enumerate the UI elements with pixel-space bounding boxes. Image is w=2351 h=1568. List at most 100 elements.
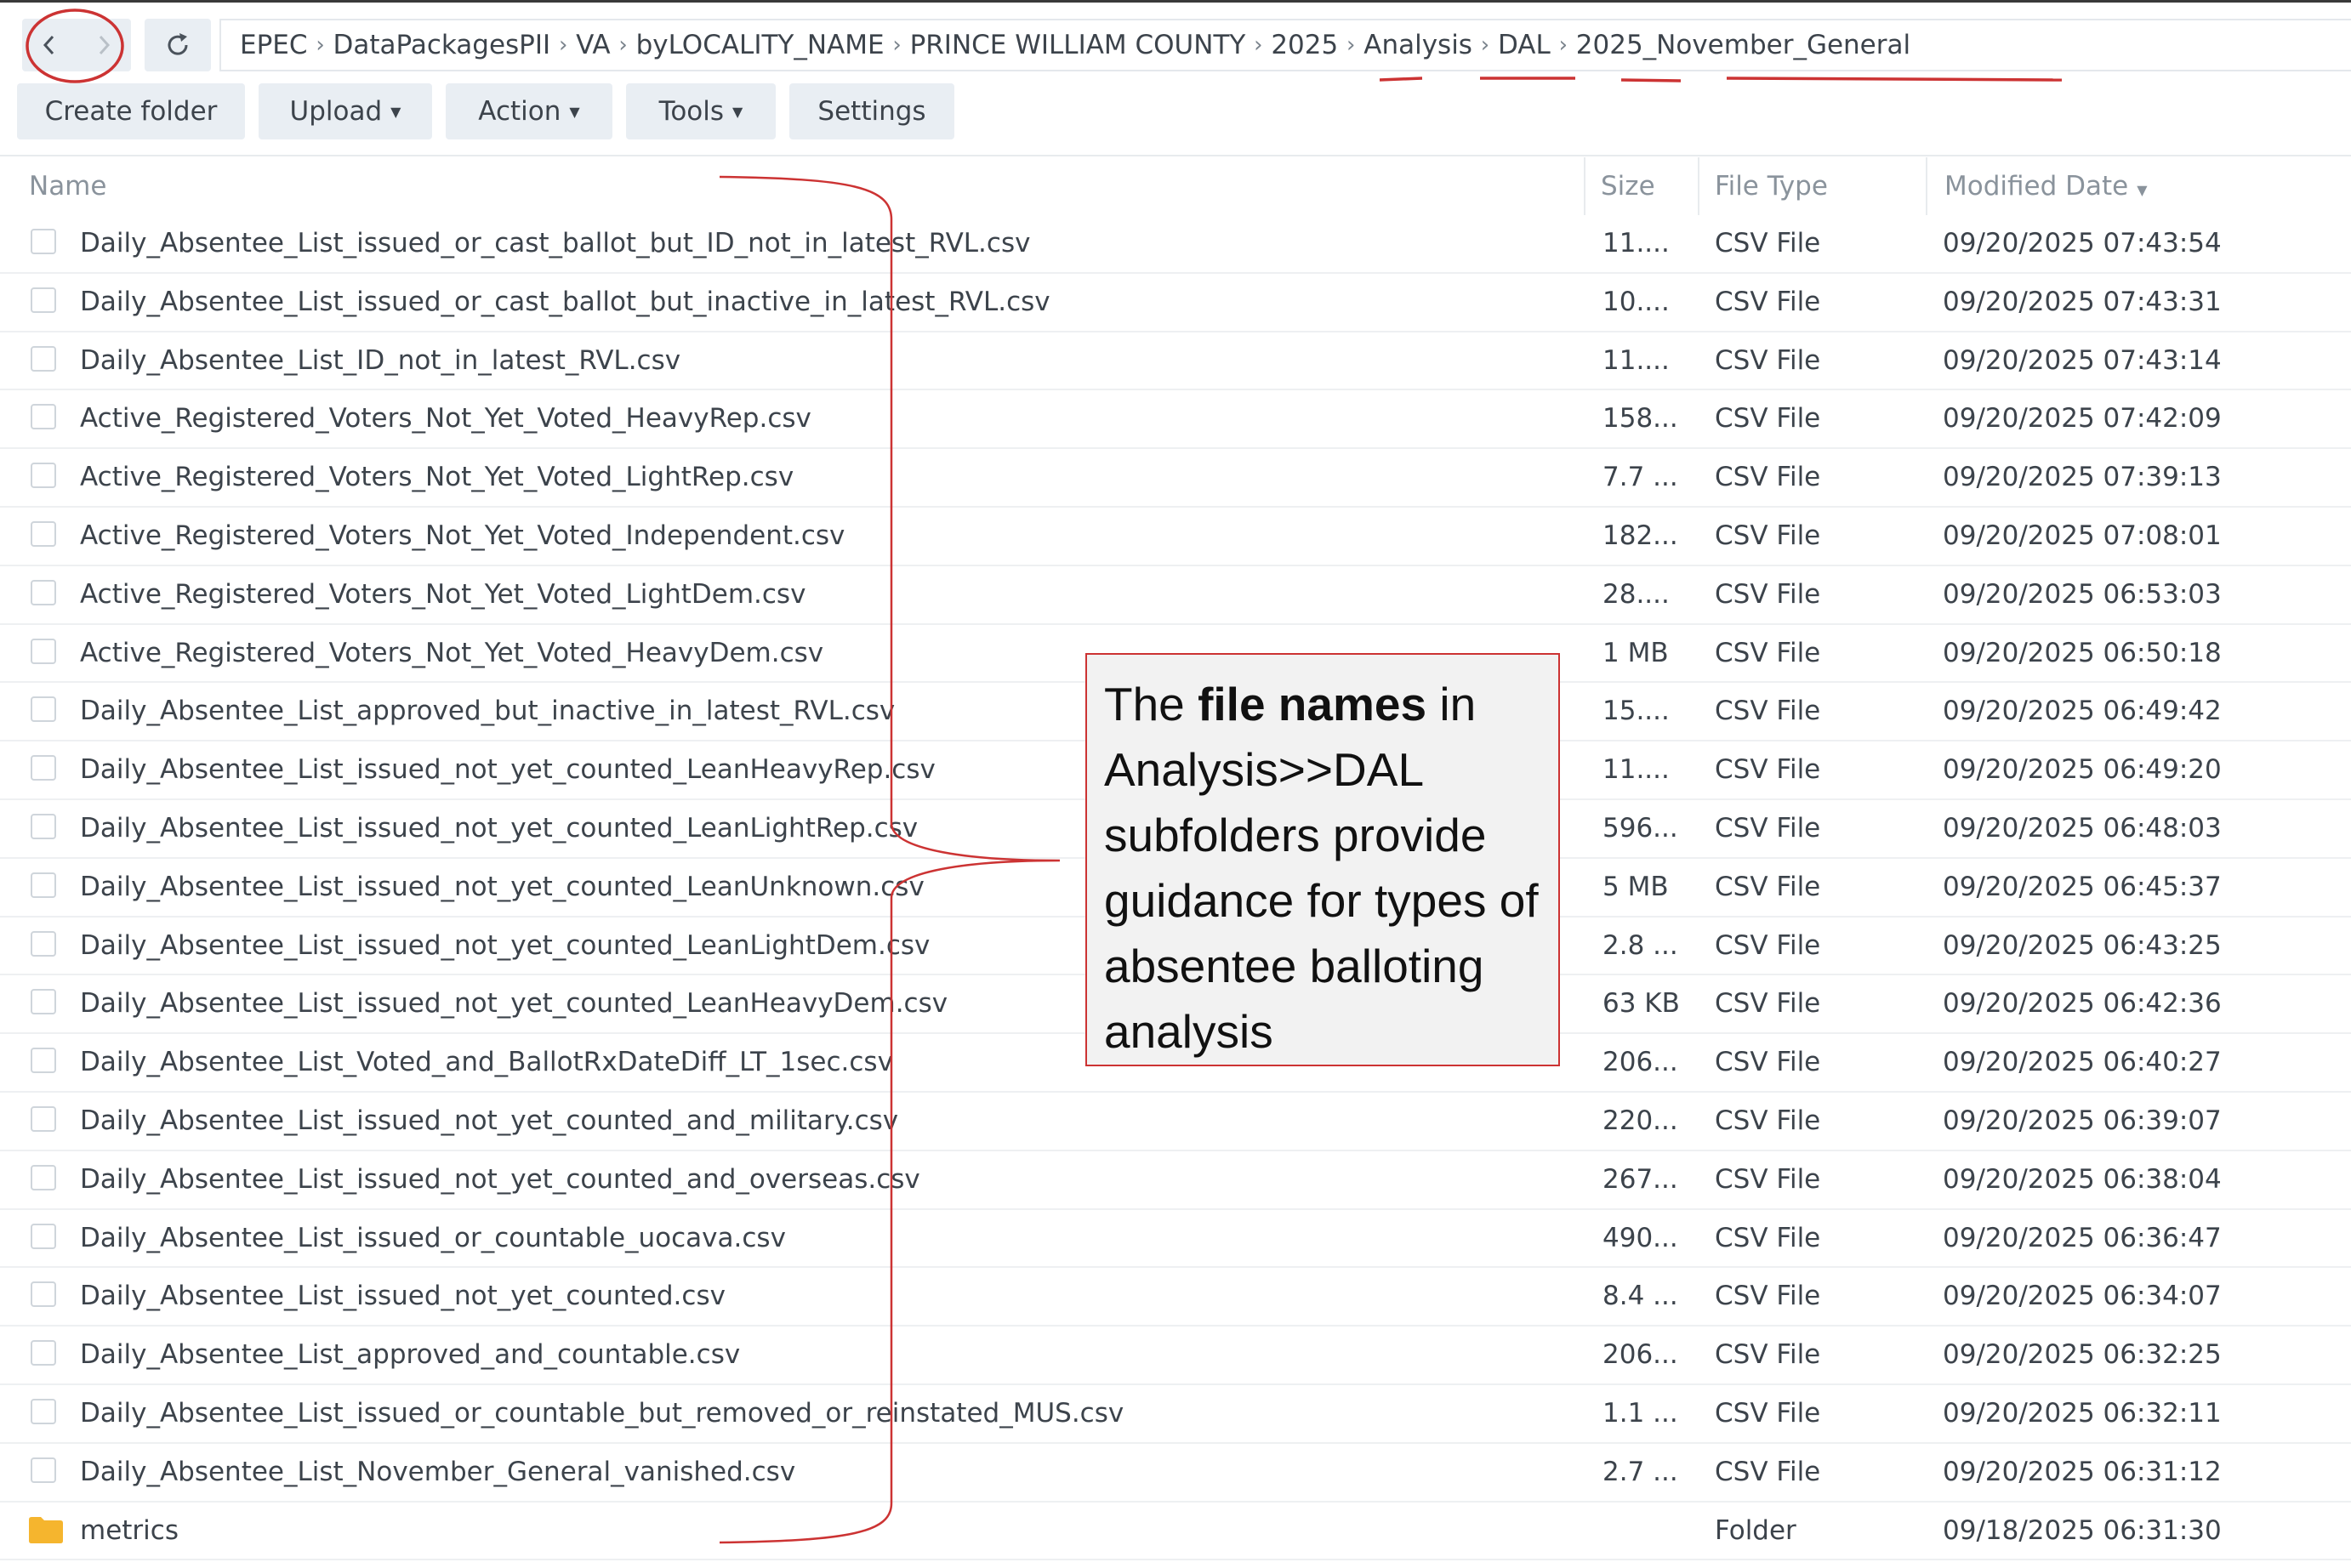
row-checkbox[interactable] [31, 1223, 56, 1249]
column-header-file-type[interactable]: File Type [1715, 157, 1828, 215]
file-row[interactable]: Daily_Absentee_List_issued_or_cast_ballo… [0, 274, 2351, 332]
row-checkbox[interactable] [31, 930, 56, 957]
file-row[interactable]: Active_Registered_Voters_Not_Yet_Voted_I… [0, 508, 2351, 566]
row-checkbox[interactable] [31, 696, 56, 723]
file-name[interactable]: metrics [80, 1503, 179, 1559]
breadcrumb-item[interactable]: DataPackagesPII [333, 30, 551, 60]
file-name[interactable]: Daily_Absentee_List_ID_not_in_latest_RVL… [80, 332, 680, 389]
row-checkbox[interactable] [31, 287, 56, 313]
upload-button[interactable]: Upload ▼ [259, 83, 432, 139]
row-checkbox[interactable] [31, 345, 56, 372]
modified-date: 09/20/2025 06:49:42 [1943, 696, 2222, 727]
row-checkbox[interactable] [31, 1398, 56, 1424]
forward-button[interactable] [77, 19, 131, 71]
breadcrumb-item[interactable]: byLOCALITY_NAME [636, 30, 885, 60]
back-button[interactable] [22, 19, 77, 71]
column-divider [1926, 157, 1927, 215]
file-row[interactable]: Active_Registered_Voters_Not_Yet_Voted_L… [0, 566, 2351, 625]
modified-date: 09/20/2025 07:39:13 [1943, 462, 2222, 493]
file-name[interactable]: Daily_Absentee_List_issued_not_yet_count… [80, 859, 925, 915]
file-name[interactable]: Daily_Absentee_List_approved_and_countab… [80, 1327, 740, 1383]
file-name[interactable]: Daily_Absentee_List_issued_or_cast_ballo… [80, 274, 1050, 330]
row-checkbox[interactable] [31, 638, 56, 664]
file-size: 1 MB [1602, 637, 1669, 668]
settings-button[interactable]: Settings [789, 83, 954, 139]
row-checkbox[interactable] [31, 520, 56, 547]
breadcrumb: EPEC › DataPackagesPII › VA › byLOCALITY_NAME ›… [219, 19, 2351, 71]
file-name[interactable]: Daily_Absentee_List_issued_not_yet_count… [80, 1093, 898, 1149]
row-checkbox[interactable] [31, 1340, 56, 1366]
file-row[interactable]: Daily_Absentee_List_issued_or_cast_ballo… [0, 215, 2351, 274]
action-label: Action [478, 96, 561, 127]
file-size: 8.4 ... [1602, 1281, 1678, 1312]
modified-date: 09/20/2025 07:43:31 [1943, 286, 2222, 317]
toolbar: Create folder Upload ▼ Action ▼ Tools ▼ Set… [17, 83, 954, 139]
row-checkbox[interactable] [31, 1048, 56, 1074]
file-row[interactable]: Daily_Absentee_List_ID_not_in_latest_RVL… [0, 332, 2351, 391]
modified-date: 09/20/2025 06:39:07 [1943, 1105, 2222, 1136]
file-name[interactable]: Daily_Absentee_List_issued_or_countable_… [80, 1385, 1124, 1441]
file-row[interactable]: Daily_Absentee_List_issued_or_countable_… [0, 1385, 2351, 1444]
file-type: CSV File [1715, 696, 1821, 727]
breadcrumb-item[interactable]: EPEC [240, 30, 308, 60]
column-header-modified-date[interactable]: Modified Date ▼ [1944, 157, 2148, 215]
column-header-name[interactable]: Name [29, 157, 106, 215]
row-checkbox[interactable] [31, 1164, 56, 1190]
row-checkbox[interactable] [31, 813, 56, 839]
row-checkbox[interactable] [31, 989, 56, 1015]
callout-text-bold: file names [1198, 678, 1427, 730]
file-name[interactable]: Active_Registered_Voters_Not_Yet_Voted_H… [80, 390, 811, 446]
file-name[interactable]: Daily_Absentee_List_issued_not_yet_count… [80, 800, 918, 856]
file-name[interactable]: Active_Registered_Voters_Not_Yet_Voted_L… [80, 566, 805, 622]
file-name[interactable]: Daily_Absentee_List_issued_or_countable_… [80, 1210, 786, 1266]
breadcrumb-item[interactable]: Analysis [1363, 30, 1472, 60]
row-checkbox[interactable] [31, 1105, 56, 1132]
file-row[interactable]: Daily_Absentee_List_issued_not_yet_count… [0, 1151, 2351, 1210]
file-name[interactable]: Daily_Absentee_List_issued_not_yet_count… [80, 975, 948, 1031]
file-name[interactable]: Daily_Absentee_List_issued_or_cast_ballo… [80, 215, 1030, 271]
file-row[interactable]: Daily_Absentee_List_November_General_van… [0, 1444, 2351, 1503]
breadcrumb-item[interactable]: DAL [1498, 30, 1551, 60]
table-header: Name Size File Type Modified Date ▼ [0, 157, 2351, 215]
breadcrumb-item[interactable]: VA [576, 30, 610, 60]
file-size: 206... [1602, 1339, 1678, 1371]
breadcrumb-item[interactable]: 2025_November_General [1576, 30, 1910, 60]
row-checkbox[interactable] [31, 872, 56, 898]
row-checkbox[interactable] [31, 1281, 56, 1308]
file-name[interactable]: Daily_Absentee_List_issued_not_yet_count… [80, 1151, 920, 1207]
row-checkbox[interactable] [31, 404, 56, 430]
breadcrumb-item[interactable]: PRINCE WILLIAM COUNTY [910, 30, 1246, 60]
tools-button[interactable]: Tools ▼ [626, 83, 776, 139]
file-row[interactable]: Daily_Absentee_List_approved_and_countab… [0, 1327, 2351, 1385]
file-name[interactable]: Active_Registered_Voters_Not_Yet_Voted_L… [80, 449, 794, 505]
action-button[interactable]: Action ▼ [446, 83, 612, 139]
file-row[interactable]: Active_Registered_Voters_Not_Yet_Voted_H… [0, 390, 2351, 450]
file-name[interactable]: Daily_Absentee_List_issued_not_yet_count… [80, 741, 936, 798]
file-name[interactable]: Active_Registered_Voters_Not_Yet_Voted_H… [80, 625, 823, 681]
file-row[interactable]: Active_Registered_Voters_Not_Yet_Voted_L… [0, 449, 2351, 508]
file-row[interactable]: Daily_Absentee_List_issued_not_yet_count… [0, 1268, 2351, 1327]
callout-text-post: in Analysis>>DAL subfolders provide guid… [1104, 678, 1539, 1058]
create-folder-button[interactable]: Create folder [17, 83, 245, 139]
refresh-button[interactable] [145, 19, 211, 71]
modified-date: 09/20/2025 06:40:27 [1943, 1047, 2222, 1078]
file-row[interactable]: Daily_Absentee_List_issued_or_countable_… [0, 1210, 2351, 1269]
file-name[interactable]: Daily_Absentee_List_Voted_and_BallotRxDa… [80, 1034, 893, 1090]
row-checkbox[interactable] [31, 579, 56, 605]
file-name[interactable]: Daily_Absentee_List_issued_not_yet_count… [80, 1268, 726, 1324]
file-name[interactable]: Daily_Absentee_List_issued_not_yet_count… [80, 918, 930, 974]
column-header-size[interactable]: Size [1601, 157, 1655, 215]
folder-row[interactable]: metrics Folder 09/18/2025 06:31:30 [0, 1503, 2351, 1561]
file-size: 206... [1602, 1047, 1678, 1078]
row-checkbox[interactable] [31, 1457, 56, 1483]
row-checkbox[interactable] [31, 229, 56, 254]
breadcrumb-item[interactable]: 2025 [1271, 30, 1338, 60]
file-row[interactable]: Daily_Absentee_List_issued_not_yet_count… [0, 1093, 2351, 1151]
row-checkbox[interactable] [31, 755, 56, 781]
file-type: CSV File [1715, 1397, 1821, 1429]
file-name[interactable]: Daily_Absentee_List_approved_but_inactiv… [80, 683, 895, 739]
row-checkbox[interactable] [31, 463, 56, 489]
file-name[interactable]: Active_Registered_Voters_Not_Yet_Voted_I… [80, 508, 845, 564]
file-name[interactable]: Daily_Absentee_List_November_General_van… [80, 1444, 795, 1500]
breadcrumb-separator-icon: › [618, 32, 628, 58]
